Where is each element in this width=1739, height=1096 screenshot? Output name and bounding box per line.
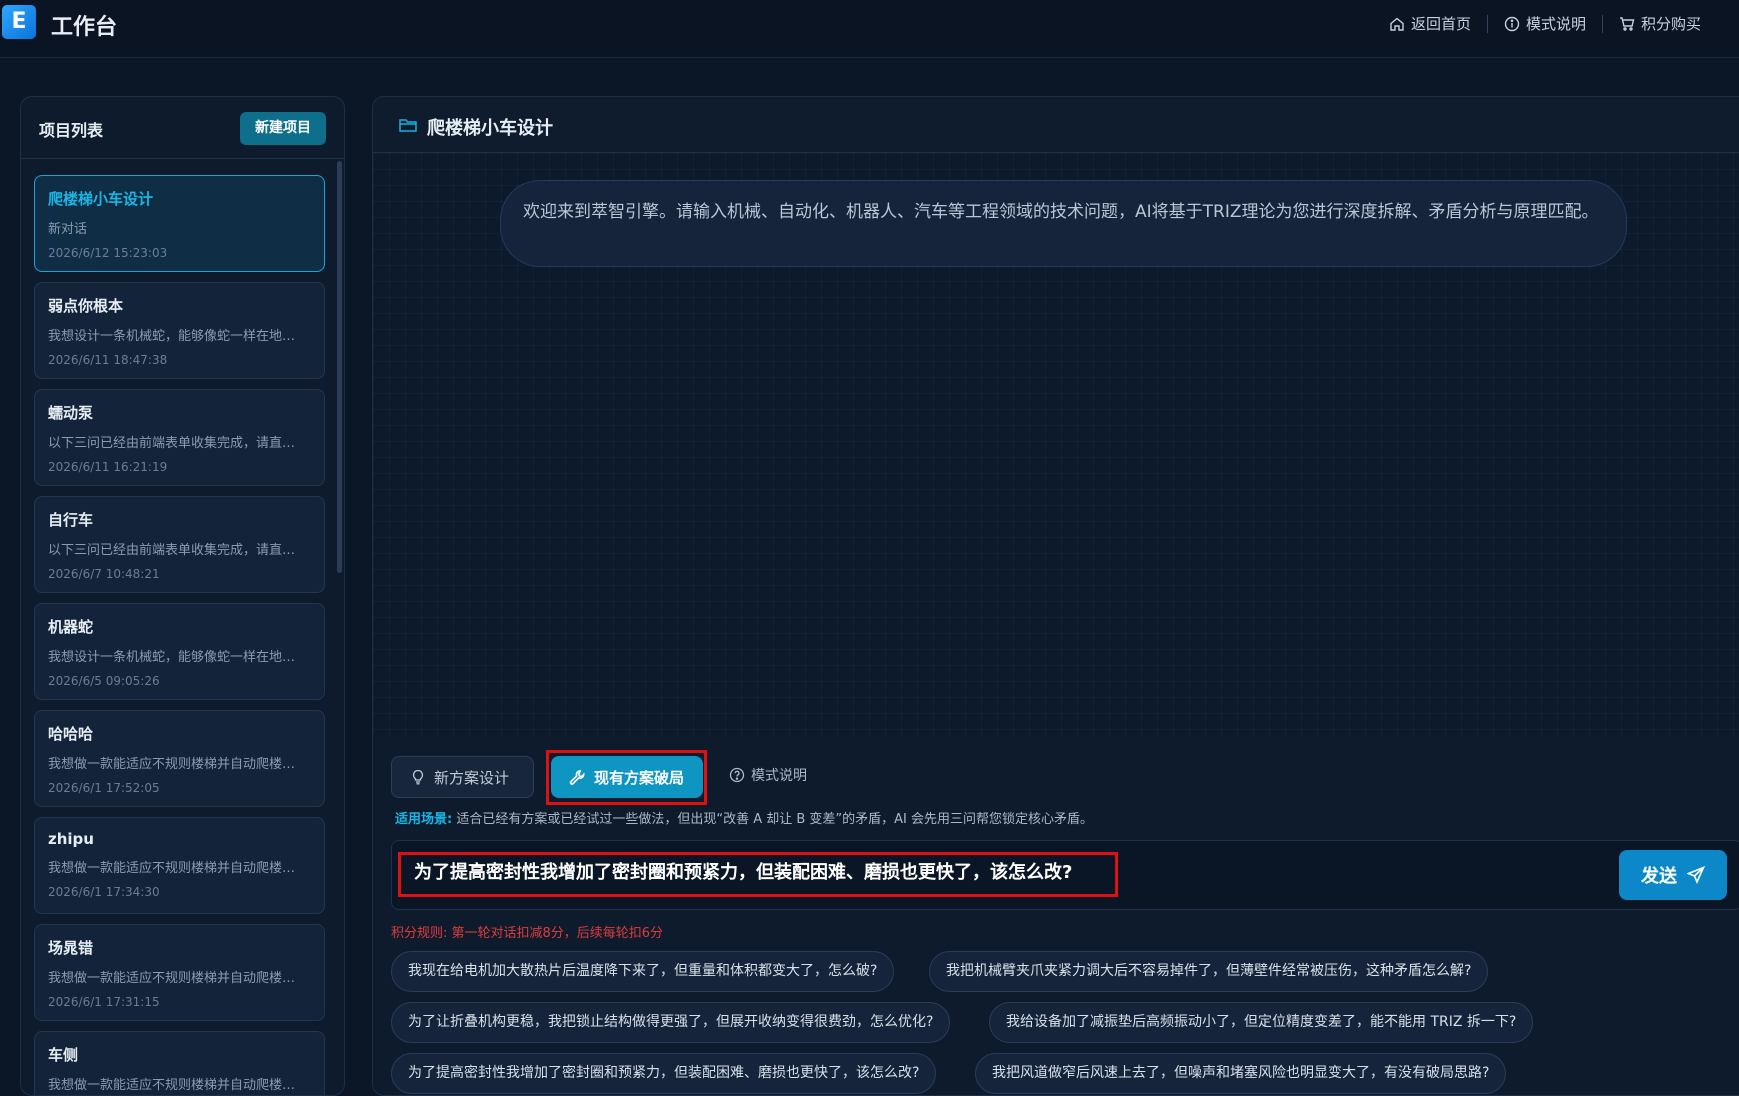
mode-help-link[interactable]: 模式说明 [729, 765, 807, 785]
project-list: 爬楼梯小车设计 新对话 2026/6/12 15:23:03 弱点你根本 我想设… [34, 175, 325, 1095]
app-logo: E [2, 5, 36, 39]
sidebar-header: 项目列表 新建项目 [21, 97, 344, 159]
sidebar-scrollbar[interactable] [337, 161, 342, 573]
project-date: 2026/6/1 17:34:30 [48, 885, 160, 899]
project-name: 蠕动泵 [48, 404, 94, 422]
composer: 新方案设计 现有方案破局 模式说明 适用场景: 适合已经有方案或已经试过一些做法… [373, 737, 1739, 1095]
project-name: 场晁错 [48, 939, 94, 957]
chat-header: 爬楼梯小车设计 [373, 97, 1739, 153]
project-item[interactable]: 蠕动泵 以下三问已经由前端表单收集完成，请直… 2026/6/11 16:21:… [34, 389, 325, 486]
suggestion-chip[interactable]: 我给设备加了减振垫后高频振动小了，但定位精度变差了，能不能用 TRIZ 拆一下? [989, 1002, 1534, 1043]
send-label: 发送 [1641, 866, 1677, 887]
mode-new-design-button[interactable]: 新方案设计 [391, 756, 534, 798]
project-item[interactable]: 弱点你根本 我想设计一条机械蛇，能够像蛇一样在地… 2026/6/11 18:4… [34, 282, 325, 379]
suggestion-chip[interactable]: 为了提高密封性我增加了密封圈和预紧力，但装配困难、磨损也更快了，该怎么改? [391, 1053, 937, 1094]
app-title: 工作台 [51, 15, 118, 40]
project-name: 弱点你根本 [48, 297, 124, 315]
project-desc: 我想做一款能适应不规则楼梯并自动爬楼… [48, 861, 296, 876]
project-date: 2026/6/1 17:52:05 [48, 781, 160, 795]
scene-text: 适合已经有方案或已经试过一些做法，但出现“改善 A 却让 B 变差”的矛盾，AI… [456, 812, 1094, 827]
project-name: 自行车 [48, 511, 94, 529]
info-icon [1504, 16, 1520, 31]
mode-help-label: 模式说明 [751, 768, 807, 784]
project-item[interactable]: 自行车 以下三问已经由前端表单收集完成，请直… 2026/6/7 10:48:2… [34, 496, 325, 593]
project-desc: 我想设计一条机械蛇，能够像蛇一样在地… [48, 329, 296, 344]
project-name: 机器蛇 [48, 618, 94, 636]
chat-panel: 爬楼梯小车设计 欢迎来到萃智引擎。请输入机械、自动化、机器人、汽车等工程领域的技… [372, 96, 1739, 1096]
project-date: 2026/6/7 10:48:21 [48, 567, 160, 581]
nav-mode-help[interactable]: 模式说明 [1488, 13, 1602, 34]
project-desc: 我想做一款能适应不规则楼梯并自动爬楼… [48, 757, 296, 772]
project-date: 2026/6/11 18:47:38 [48, 353, 168, 367]
nav-buy-points-label: 积分购买 [1640, 15, 1701, 33]
mode-existing-break-button[interactable]: 现有方案破局 [551, 756, 703, 798]
suggestion-chip[interactable]: 我把机械臂夹爪夹紧力调大后不容易掉件了，但薄壁件经常被压伤，这种矛盾怎么解? [929, 951, 1489, 992]
points-rule: 积分规则: 第一轮对话扣减8分，后续每轮扣6分 [391, 926, 664, 941]
top-header: E 工作台 返回首页 模式说明 积分购买 [0, 0, 1739, 58]
question-input[interactable]: 为了提高密封性我增加了密封圈和预紧力，但装配困难、磨损也更快了，该怎么改? [391, 840, 1739, 910]
project-date: 2026/6/11 16:21:19 [48, 460, 168, 474]
send-icon [1687, 866, 1705, 884]
suggestion-chip[interactable]: 为了让折叠机构更稳，我把锁止结构做得更强了，但展开收纳变得很费劲，怎么优化? [391, 1002, 951, 1043]
project-name: zhipu [48, 830, 94, 848]
scene-description: 适用场景: 适合已经有方案或已经试过一些做法，但出现“改善 A 却让 B 变差”… [395, 808, 1093, 827]
chat-title: 爬楼梯小车设计 [427, 118, 553, 139]
chat-messages: 欢迎来到萃智引擎。请输入机械、自动化、机器人、汽车等工程领域的技术问题，AI将基… [373, 153, 1739, 737]
project-desc: 我想做一款能适应不规则楼梯并自动爬楼… [48, 1078, 296, 1093]
folder-icon [399, 119, 417, 132]
wrench-icon [569, 769, 585, 785]
project-item[interactable]: 哈哈哈 我想做一款能适应不规则楼梯并自动爬楼… 2026/6/1 17:52:0… [34, 710, 325, 807]
project-sidebar: 项目列表 新建项目 爬楼梯小车设计 新对话 2026/6/12 15:23:03… [20, 96, 345, 1096]
suggestion-chip[interactable]: 我现在给电机加大散热片后温度降下来了，但重量和体积都变大了，怎么破? [391, 951, 895, 992]
suggestion-chip[interactable]: 我把风道做窄后风速上去了，但噪声和堵塞风险也明显变大了，有没有破局思路? [975, 1053, 1507, 1094]
project-desc: 以下三问已经由前端表单收集完成，请直… [48, 436, 296, 451]
nav-mode-help-label: 模式说明 [1525, 15, 1586, 33]
top-nav: 返回首页 模式说明 积分购买 [1373, 13, 1717, 34]
project-name: 爬楼梯小车设计 [48, 190, 154, 208]
project-item[interactable]: zhipu 我想做一款能适应不规则楼梯并自动爬楼… 2026/6/1 17:34… [34, 817, 325, 914]
welcome-message: 欢迎来到萃智引擎。请输入机械、自动化、机器人、汽车等工程领域的技术问题，AI将基… [500, 180, 1627, 267]
project-desc: 以下三问已经由前端表单收集完成，请直… [48, 543, 296, 558]
project-name: 车侧 [48, 1046, 79, 1064]
question-input-value: 为了提高密封性我增加了密封圈和预紧力，但装配困难、磨损也更快了，该怎么改? [414, 862, 1073, 883]
project-date: 2026/6/12 15:23:03 [48, 246, 168, 260]
sidebar-title: 项目列表 [39, 121, 104, 140]
project-item[interactable]: 车侧 我想做一款能适应不规则楼梯并自动爬楼… [34, 1031, 325, 1095]
project-desc: 新对话 [48, 222, 88, 237]
send-button[interactable]: 发送 [1619, 850, 1727, 900]
home-icon [1390, 17, 1404, 31]
project-date: 2026/6/5 09:05:26 [48, 674, 160, 688]
project-name: 哈哈哈 [48, 725, 94, 743]
project-desc: 我想设计一条机械蛇，能够像蛇一样在地… [48, 650, 296, 665]
project-desc: 我想做一款能适应不规则楼梯并自动爬楼… [48, 971, 296, 986]
mode-existing-break-label: 现有方案破局 [594, 768, 685, 787]
project-item[interactable]: 爬楼梯小车设计 新对话 2026/6/12 15:23:03 [34, 175, 325, 272]
project-item[interactable]: 机器蛇 我想设计一条机械蛇，能够像蛇一样在地… 2026/6/5 09:05:2… [34, 603, 325, 700]
project-date: 2026/6/1 17:31:15 [48, 995, 160, 1009]
scene-label: 适用场景: [395, 812, 453, 827]
project-item[interactable]: 场晁错 我想做一款能适应不规则楼梯并自动爬楼… 2026/6/1 17:31:1… [34, 924, 325, 1021]
cart-icon [1619, 16, 1635, 31]
new-project-button[interactable]: 新建项目 [240, 112, 326, 145]
nav-home-label: 返回首页 [1410, 15, 1471, 33]
nav-home[interactable]: 返回首页 [1373, 13, 1487, 34]
lightbulb-icon [412, 769, 424, 785]
mode-new-design-label: 新方案设计 [434, 768, 510, 787]
nav-buy-points[interactable]: 积分购买 [1603, 13, 1717, 34]
question-circle-icon [729, 767, 745, 783]
